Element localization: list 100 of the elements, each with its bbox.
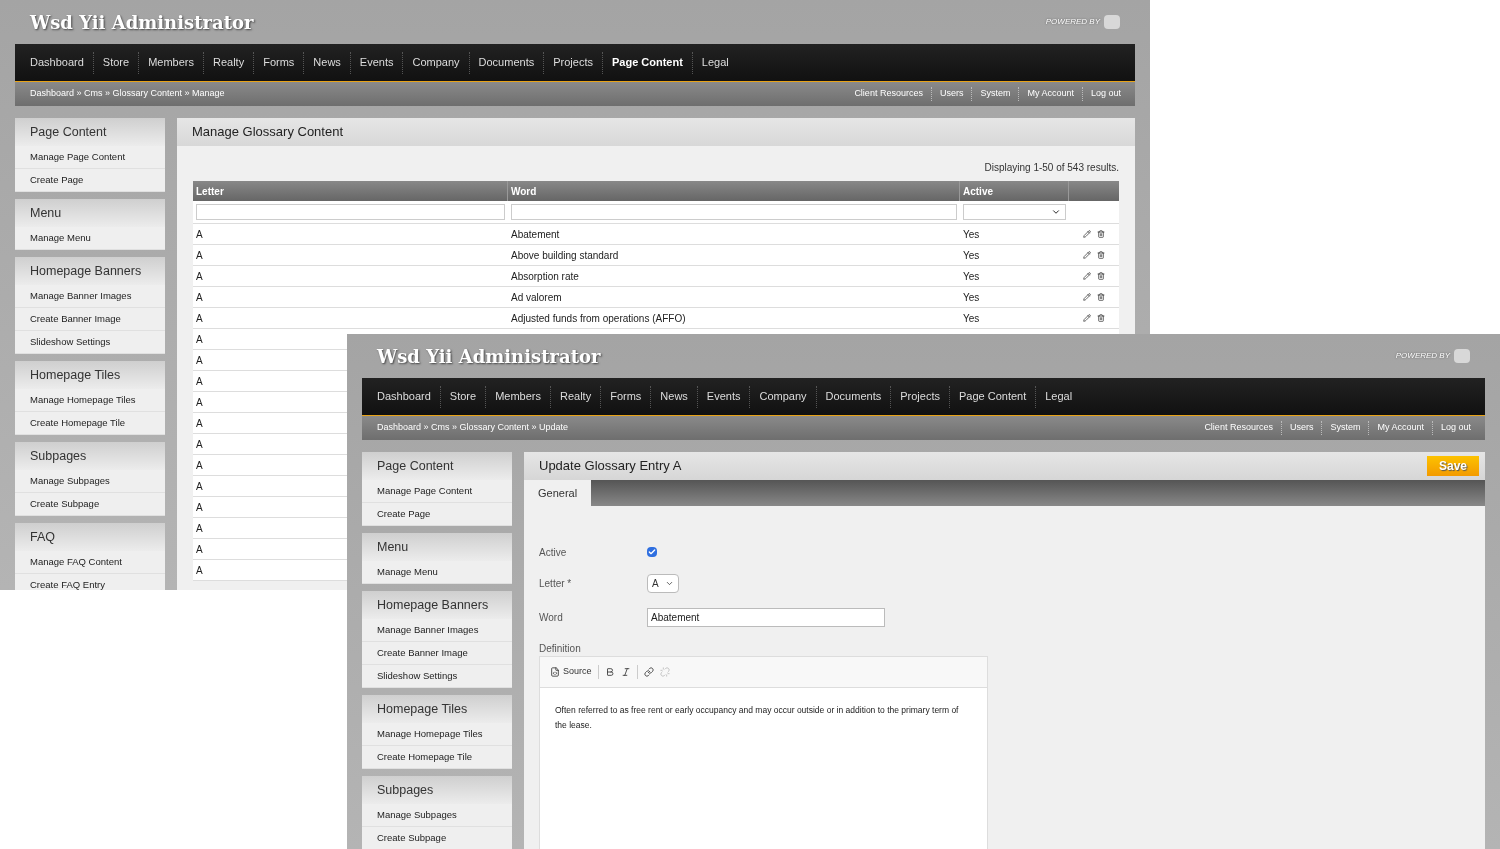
nav-link[interactable]: Documents bbox=[816, 388, 891, 405]
sidebar-link[interactable]: Create FAQ Entry bbox=[15, 574, 165, 590]
sidebar-link[interactable]: Manage Menu bbox=[15, 227, 165, 250]
sidebar-link[interactable]: Create Page bbox=[362, 503, 512, 526]
sidebar-heading: Page Content bbox=[362, 452, 512, 480]
sidebar-link[interactable]: Manage Page Content bbox=[15, 146, 165, 169]
nav-link[interactable]: Events bbox=[350, 54, 403, 71]
table-cell: A bbox=[196, 228, 203, 240]
sidebar-link[interactable]: Manage Banner Images bbox=[15, 285, 165, 308]
sidebar-link[interactable]: Create Page bbox=[15, 169, 165, 192]
nav-link[interactable]: Store bbox=[440, 388, 486, 405]
edit-icon[interactable] bbox=[1083, 272, 1091, 280]
account-link[interactable]: System bbox=[1322, 421, 1369, 435]
document-code-icon bbox=[550, 667, 560, 677]
sidebar-link[interactable]: Create Subpage bbox=[362, 827, 512, 849]
account-link[interactable]: My Account bbox=[1369, 421, 1432, 435]
edit-icon[interactable] bbox=[1083, 293, 1091, 301]
table-cell: Ad valorem bbox=[511, 291, 562, 303]
nav-link[interactable]: Company bbox=[750, 388, 816, 405]
account-link[interactable]: My Account bbox=[1019, 87, 1082, 101]
sidebar-link[interactable]: Manage FAQ Content bbox=[15, 551, 165, 574]
sidebar-link[interactable]: Manage Subpages bbox=[15, 470, 165, 493]
table-cell: Yes bbox=[963, 312, 980, 324]
delete-icon[interactable] bbox=[1097, 293, 1105, 301]
table-cell: A bbox=[196, 543, 203, 555]
nav-link[interactable]: News bbox=[651, 388, 697, 405]
account-link[interactable]: Log out bbox=[1082, 87, 1129, 101]
bold-icon[interactable] bbox=[604, 667, 615, 677]
sidebar-link[interactable]: Create Homepage Tile bbox=[15, 412, 165, 435]
sidebar-link[interactable]: Manage Homepage Tiles bbox=[362, 723, 512, 746]
nav-link[interactable]: Members bbox=[486, 388, 550, 405]
letter-dropdown[interactable]: A bbox=[647, 573, 679, 593]
nav-link[interactable]: Dashboard bbox=[368, 388, 440, 405]
sidebar-link[interactable]: Manage Menu bbox=[362, 561, 512, 584]
filter-field[interactable] bbox=[511, 204, 957, 220]
table-cell: A bbox=[196, 501, 203, 513]
nav-link[interactable]: Projects bbox=[544, 54, 602, 71]
delete-icon[interactable] bbox=[1097, 230, 1105, 238]
nav-link[interactable]: Page Content bbox=[949, 388, 1036, 405]
link-icon[interactable] bbox=[643, 667, 654, 677]
nav-link[interactable]: Forms bbox=[601, 388, 651, 405]
sidebar-link[interactable]: Manage Page Content bbox=[362, 480, 512, 503]
nav-link[interactable]: Realty bbox=[203, 54, 254, 71]
nav-link[interactable]: Members bbox=[139, 54, 203, 71]
sidebar-link[interactable]: Manage Homepage Tiles bbox=[15, 389, 165, 412]
nav-link[interactable]: Events bbox=[697, 388, 750, 405]
edit-icon[interactable] bbox=[1083, 251, 1091, 259]
chevron-down-icon bbox=[1051, 207, 1061, 217]
table-cell: Abatement bbox=[511, 228, 560, 240]
sidebar-heading: Menu bbox=[362, 533, 512, 561]
account-link[interactable]: Client Resources bbox=[846, 87, 931, 101]
account-link[interactable]: Client Resources bbox=[1196, 421, 1281, 435]
edit-icon[interactable] bbox=[1083, 230, 1091, 238]
account-link[interactable]: Users bbox=[1281, 421, 1322, 435]
sidebar-link[interactable]: Manage Banner Images bbox=[362, 619, 512, 642]
nav-link[interactable]: Projects bbox=[891, 388, 949, 405]
source-button[interactable]: Source bbox=[550, 665, 592, 679]
powered-by-label: POWERED BY bbox=[1395, 350, 1450, 362]
panel-title: Manage Glossary Content bbox=[192, 123, 344, 142]
table-cell: Adjusted funds from operations (AFFO) bbox=[511, 312, 686, 324]
table-cell: A bbox=[196, 459, 203, 471]
sidebar-heading: Subpages bbox=[362, 776, 512, 804]
tab[interactable]: General bbox=[524, 480, 592, 506]
nav-link[interactable]: Store bbox=[93, 54, 139, 71]
sidebar-link[interactable]: Slideshow Settings bbox=[15, 331, 165, 354]
sidebar-heading: Homepage Banners bbox=[15, 257, 165, 285]
site-title: Wsd Yii Administrator bbox=[30, 10, 254, 35]
sidebar-link[interactable]: Create Banner Image bbox=[15, 308, 165, 331]
edit-icon[interactable] bbox=[1083, 314, 1091, 322]
nav-link[interactable]: News bbox=[304, 54, 350, 71]
nav-link[interactable]: Dashboard bbox=[21, 54, 93, 71]
nav-link[interactable]: Legal bbox=[692, 54, 738, 71]
nav-link[interactable]: Company bbox=[403, 54, 469, 71]
delete-icon[interactable] bbox=[1097, 272, 1105, 280]
sidebar-link[interactable]: Manage Subpages bbox=[362, 804, 512, 827]
account-link[interactable]: Log out bbox=[1432, 421, 1479, 435]
field-label: Active bbox=[539, 545, 568, 560]
account-link[interactable]: System bbox=[972, 87, 1019, 101]
nav-link[interactable]: Forms bbox=[254, 54, 304, 71]
table-cell: A bbox=[196, 270, 203, 282]
italic-icon[interactable] bbox=[620, 667, 631, 677]
breadcrumb: Dashboard » Cms » Glossary Content » Update bbox=[377, 421, 569, 435]
sidebar-heading: Page Content bbox=[15, 118, 165, 146]
word-field[interactable]: Abatement bbox=[647, 607, 885, 627]
active-checkbox[interactable] bbox=[647, 547, 657, 557]
account-link[interactable]: Users bbox=[931, 87, 972, 101]
filter-field[interactable] bbox=[196, 204, 505, 220]
sidebar-link[interactable]: Create Banner Image bbox=[362, 642, 512, 665]
sidebar-link[interactable]: Create Homepage Tile bbox=[362, 746, 512, 769]
nav-link[interactable]: Page Content bbox=[602, 54, 692, 71]
delete-icon[interactable] bbox=[1097, 314, 1105, 322]
nav-link[interactable]: Documents bbox=[469, 54, 544, 71]
nav-link[interactable]: Realty bbox=[550, 388, 601, 405]
nav-link[interactable]: Legal bbox=[1036, 388, 1082, 405]
logo-icon bbox=[1104, 15, 1120, 29]
results-summary: Displaying 1-50 of 543 results. bbox=[984, 161, 1119, 175]
table-cell: A bbox=[196, 375, 203, 387]
sidebar-link[interactable]: Create Subpage bbox=[15, 493, 165, 516]
delete-icon[interactable] bbox=[1097, 251, 1105, 259]
sidebar-link[interactable]: Slideshow Settings bbox=[362, 665, 512, 688]
